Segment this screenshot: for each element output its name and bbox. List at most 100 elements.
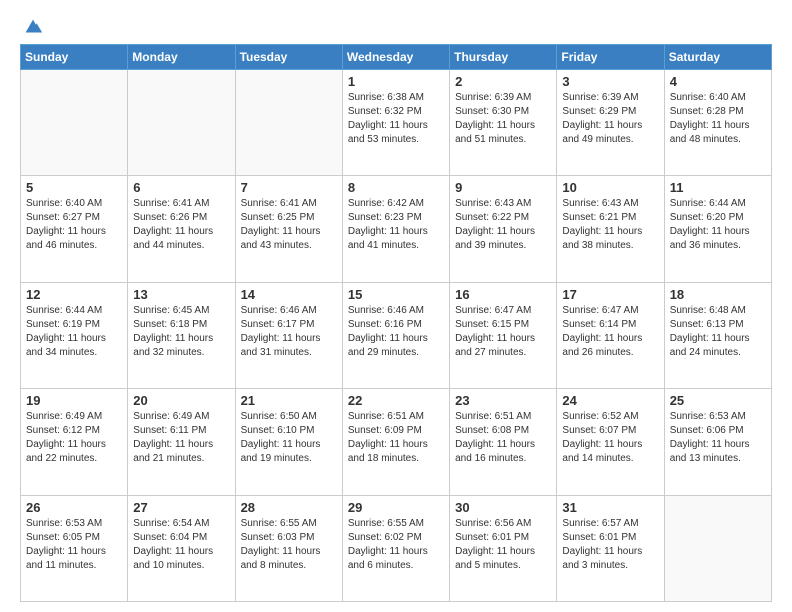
weekday-friday: Friday: [557, 45, 664, 70]
day-cell: 2Sunrise: 6:39 AMSunset: 6:30 PMDaylight…: [450, 70, 557, 176]
day-info: Sunrise: 6:41 AMSunset: 6:26 PMDaylight:…: [133, 197, 229, 253]
day-cell: 30 Sunrise: 6:56 AMSunset: 6:01 PMDayligh…: [450, 495, 557, 601]
day-info: Sunrise: 6:46 AMSunset: 6:16 PMDaylight:…: [348, 304, 444, 360]
day-cell: 28 Sunrise: 6:55 AMSunset: 6:03 PMDayligh…: [235, 495, 342, 601]
day-number: 28: [241, 500, 337, 515]
day-cell: 23Sunrise: 6:51 AMSunset: 6:08 PMDayligh…: [450, 389, 557, 495]
day-cell: 24 Sunrise: 6:52 AMSunset: 6:07 PMDayligh…: [557, 389, 664, 495]
day-cell: 9Sunrise: 6:43 AMSunset: 6:22 PMDaylight…: [450, 176, 557, 282]
day-number: 31: [562, 500, 658, 515]
day-number: 3: [562, 74, 658, 89]
day-cell: 1Sunrise: 6:38 AMSunset: 6:32 PMDaylight…: [342, 70, 449, 176]
week-row-2: 5 Sunrise: 6:40 AMSunset: 6:27 PMDaylight…: [21, 176, 772, 282]
header: [20, 16, 772, 34]
day-number: 12: [26, 287, 122, 302]
day-number: 20: [133, 393, 229, 408]
weekday-thursday: Thursday: [450, 45, 557, 70]
day-cell: 7 Sunrise: 6:41 AMSunset: 6:25 PMDaylight…: [235, 176, 342, 282]
day-info: Sunrise: 6:39 AMSunset: 6:29 PMDaylight:…: [562, 91, 658, 147]
day-number: 13: [133, 287, 229, 302]
day-info: Sunrise: 6:56 AMSunset: 6:01 PMDaylight:…: [455, 517, 551, 573]
day-number: 18: [670, 287, 766, 302]
logo: [20, 16, 44, 34]
day-info: Sunrise: 6:43 AMSunset: 6:22 PMDaylight:…: [455, 197, 551, 253]
day-cell: 4 Sunrise: 6:40 AMSunset: 6:28 PMDaylight…: [664, 70, 771, 176]
day-number: 25: [670, 393, 766, 408]
day-info: Sunrise: 6:49 AMSunset: 6:12 PMDaylight:…: [26, 410, 122, 466]
day-number: 5: [26, 180, 122, 195]
day-cell: 19 Sunrise: 6:49 AMSunset: 6:12 PMDayligh…: [21, 389, 128, 495]
day-cell: 5 Sunrise: 6:40 AMSunset: 6:27 PMDaylight…: [21, 176, 128, 282]
day-info: Sunrise: 6:51 AMSunset: 6:08 PMDaylight:…: [455, 410, 551, 466]
day-info: Sunrise: 6:43 AMSunset: 6:21 PMDaylight:…: [562, 197, 658, 253]
calendar: SundayMondayTuesdayWednesdayThursdayFrid…: [20, 44, 772, 602]
weekday-wednesday: Wednesday: [342, 45, 449, 70]
day-cell: 10 Sunrise: 6:43 AMSunset: 6:21 PMDayligh…: [557, 176, 664, 282]
day-info: Sunrise: 6:44 AMSunset: 6:19 PMDaylight:…: [26, 304, 122, 360]
day-cell: 22 Sunrise: 6:51 AMSunset: 6:09 PMDayligh…: [342, 389, 449, 495]
day-cell: 20 Sunrise: 6:49 AMSunset: 6:11 PMDayligh…: [128, 389, 235, 495]
day-info: Sunrise: 6:45 AMSunset: 6:18 PMDaylight:…: [133, 304, 229, 360]
day-info: Sunrise: 6:40 AMSunset: 6:28 PMDaylight:…: [670, 91, 766, 147]
week-row-5: 26Sunrise: 6:53 AMSunset: 6:05 PMDayligh…: [21, 495, 772, 601]
day-cell: 14 Sunrise: 6:46 AMSunset: 6:17 PMDayligh…: [235, 282, 342, 388]
day-info: Sunrise: 6:48 AMSunset: 6:13 PMDaylight:…: [670, 304, 766, 360]
day-info: Sunrise: 6:55 AMSunset: 6:02 PMDaylight:…: [348, 517, 444, 573]
day-info: Sunrise: 6:51 AMSunset: 6:09 PMDaylight:…: [348, 410, 444, 466]
day-info: Sunrise: 6:41 AMSunset: 6:25 PMDaylight:…: [241, 197, 337, 253]
day-number: 29: [348, 500, 444, 515]
weekday-header-row: SundayMondayTuesdayWednesdayThursdayFrid…: [21, 45, 772, 70]
page: SundayMondayTuesdayWednesdayThursdayFrid…: [0, 0, 792, 612]
day-number: 7: [241, 180, 337, 195]
day-info: Sunrise: 6:42 AMSunset: 6:23 PMDaylight:…: [348, 197, 444, 253]
day-number: 24: [562, 393, 658, 408]
week-row-3: 12 Sunrise: 6:44 AMSunset: 6:19 PMDayligh…: [21, 282, 772, 388]
day-info: Sunrise: 6:44 AMSunset: 6:20 PMDaylight:…: [670, 197, 766, 253]
day-number: 1: [348, 74, 444, 89]
day-cell: [235, 70, 342, 176]
day-info: Sunrise: 6:49 AMSunset: 6:11 PMDaylight:…: [133, 410, 229, 466]
day-cell: 25 Sunrise: 6:53 AMSunset: 6:06 PMDayligh…: [664, 389, 771, 495]
day-number: 19: [26, 393, 122, 408]
day-info: Sunrise: 6:47 AMSunset: 6:15 PMDaylight:…: [455, 304, 551, 360]
day-info: Sunrise: 6:54 AMSunset: 6:04 PMDaylight:…: [133, 517, 229, 573]
day-cell: 12 Sunrise: 6:44 AMSunset: 6:19 PMDayligh…: [21, 282, 128, 388]
week-row-4: 19 Sunrise: 6:49 AMSunset: 6:12 PMDayligh…: [21, 389, 772, 495]
day-cell: 31Sunrise: 6:57 AMSunset: 6:01 PMDayligh…: [557, 495, 664, 601]
day-cell: 21 Sunrise: 6:50 AMSunset: 6:10 PMDayligh…: [235, 389, 342, 495]
day-number: 30: [455, 500, 551, 515]
day-cell: [21, 70, 128, 176]
day-number: 22: [348, 393, 444, 408]
day-cell: 16Sunrise: 6:47 AMSunset: 6:15 PMDayligh…: [450, 282, 557, 388]
day-info: Sunrise: 6:40 AMSunset: 6:27 PMDaylight:…: [26, 197, 122, 253]
logo-icon: [22, 16, 44, 38]
day-number: 14: [241, 287, 337, 302]
day-cell: 15 Sunrise: 6:46 AMSunset: 6:16 PMDayligh…: [342, 282, 449, 388]
weekday-sunday: Sunday: [21, 45, 128, 70]
day-number: 27: [133, 500, 229, 515]
day-cell: 11Sunrise: 6:44 AMSunset: 6:20 PMDayligh…: [664, 176, 771, 282]
day-cell: 18 Sunrise: 6:48 AMSunset: 6:13 PMDayligh…: [664, 282, 771, 388]
day-number: 21: [241, 393, 337, 408]
day-info: Sunrise: 6:39 AMSunset: 6:30 PMDaylight:…: [455, 91, 551, 147]
weekday-saturday: Saturday: [664, 45, 771, 70]
day-cell: [664, 495, 771, 601]
day-number: 8: [348, 180, 444, 195]
day-info: Sunrise: 6:50 AMSunset: 6:10 PMDaylight:…: [241, 410, 337, 466]
weekday-monday: Monday: [128, 45, 235, 70]
day-number: 4: [670, 74, 766, 89]
day-number: 15: [348, 287, 444, 302]
day-info: Sunrise: 6:46 AMSunset: 6:17 PMDaylight:…: [241, 304, 337, 360]
week-row-1: 1Sunrise: 6:38 AMSunset: 6:32 PMDaylight…: [21, 70, 772, 176]
day-cell: [128, 70, 235, 176]
day-info: Sunrise: 6:55 AMSunset: 6:03 PMDaylight:…: [241, 517, 337, 573]
day-number: 10: [562, 180, 658, 195]
day-cell: 29 Sunrise: 6:55 AMSunset: 6:02 PMDayligh…: [342, 495, 449, 601]
day-info: Sunrise: 6:53 AMSunset: 6:06 PMDaylight:…: [670, 410, 766, 466]
day-info: Sunrise: 6:52 AMSunset: 6:07 PMDaylight:…: [562, 410, 658, 466]
day-cell: 13 Sunrise: 6:45 AMSunset: 6:18 PMDayligh…: [128, 282, 235, 388]
day-info: Sunrise: 6:47 AMSunset: 6:14 PMDaylight:…: [562, 304, 658, 360]
weekday-tuesday: Tuesday: [235, 45, 342, 70]
day-cell: 17Sunrise: 6:47 AMSunset: 6:14 PMDayligh…: [557, 282, 664, 388]
day-number: 26: [26, 500, 122, 515]
